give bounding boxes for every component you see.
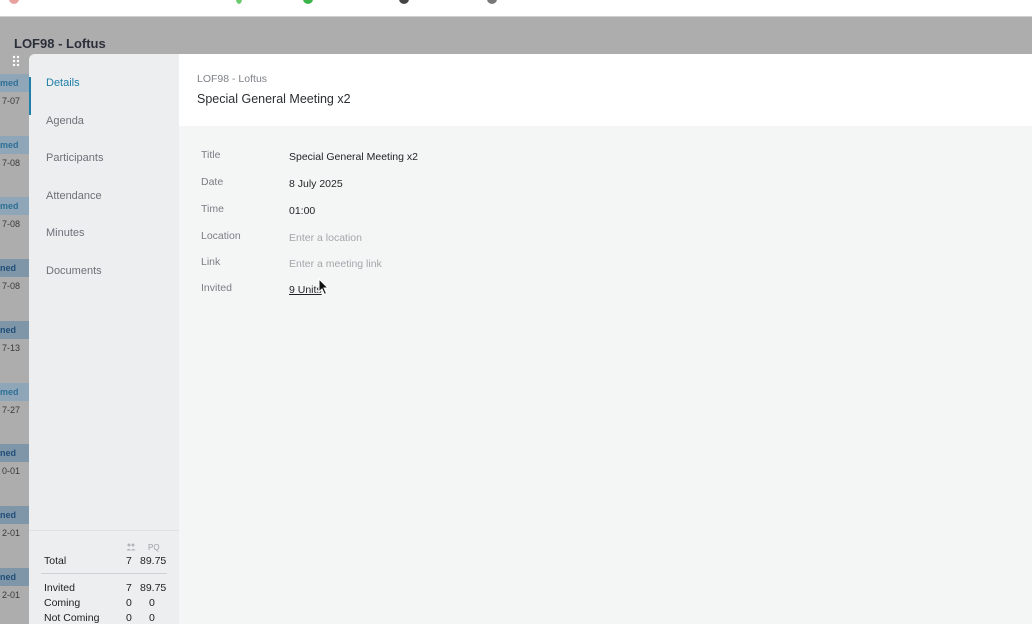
summary-row-total: Total 7 89.75 — [29, 553, 179, 568]
background-list-item[interactable]: ned 7-13 — [0, 320, 29, 383]
modal-header: LOF98 - Loftus Special General Meeting x… — [179, 54, 1032, 126]
bookmark-favicon[interactable] — [487, 0, 497, 4]
drag-handle-icon[interactable] — [11, 55, 21, 69]
sidebar-nav: Details Agenda Participants Attendance M… — [29, 65, 179, 290]
bookmark-favicon[interactable] — [303, 0, 313, 4]
sidebar-item-label: Participants — [46, 152, 104, 164]
summary-header: PQ — [29, 539, 179, 553]
sidebar-item-label: Agenda — [46, 114, 84, 127]
summary-count: 0 — [126, 612, 132, 624]
sidebar-item-participants[interactable]: Participants — [29, 140, 179, 178]
summary-count: 0 — [126, 597, 132, 609]
summary-label: Invited — [44, 582, 75, 594]
list-item-date: 7-13 — [1, 342, 20, 353]
status-badge: med — [0, 382, 29, 401]
list-item-date: 7-07 — [1, 96, 20, 106]
summary-row-invited: Invited 7 89.75 — [29, 580, 179, 595]
summary-pq: 89.75 — [140, 582, 167, 594]
summary-row-not-coming: Not Coming 0 0 — [29, 610, 179, 624]
modal-sidebar: Details Agenda Participants Attendance M… — [29, 54, 179, 624]
bookmark-favicon[interactable] — [236, 0, 242, 4]
status-badge: med — [0, 74, 29, 92]
sidebar-item-attendance[interactable]: Attendance — [29, 178, 179, 216]
background-list-item[interactable]: med 7-07 — [0, 74, 29, 136]
bookmark-favicon[interactable] — [9, 0, 19, 4]
list-item-date: 7-08 — [1, 281, 20, 292]
status-badge: med — [0, 135, 29, 154]
time-field[interactable]: 01:00 — [289, 205, 315, 217]
list-item-date: 2-01 — [1, 527, 20, 538]
page-title: Special General Meeting x2 — [197, 92, 351, 106]
summary-pq: 89.75 — [140, 555, 167, 567]
background-list-item[interactable]: med 7-27 — [0, 382, 29, 445]
mouse-cursor-icon — [318, 278, 330, 296]
summary-label: Total — [44, 555, 67, 567]
sidebar-item-minutes[interactable]: Minutes — [29, 215, 179, 253]
breadcrumb: LOF98 - Loftus — [197, 73, 268, 85]
field-label: Location — [201, 230, 241, 242]
field-label: Time — [201, 203, 224, 215]
status-badge: ned — [0, 505, 29, 524]
summary-label: Not Coming — [44, 612, 100, 624]
status-badge: ned — [0, 444, 29, 463]
field-label: Invited — [201, 282, 232, 294]
bookmark-favicon[interactable] — [399, 0, 409, 4]
summary-divider — [41, 573, 167, 574]
background-list-item[interactable]: med 7-08 — [0, 135, 29, 198]
list-item-date: 7-08 — [1, 219, 20, 230]
invited-units-link[interactable]: 9 Units — [289, 284, 322, 296]
list-item-date: 0-01 — [1, 466, 20, 477]
status-badge: ned — [0, 567, 29, 586]
field-date: Date 8 July 2025 — [179, 171, 1032, 197]
sidebar-item-label: Details — [46, 77, 80, 89]
background-list-item[interactable]: med 7-08 — [0, 197, 29, 259]
summary-count: 7 — [126, 582, 132, 594]
status-badge: ned — [0, 320, 29, 339]
background-list-item[interactable]: ned 0-01 — [0, 444, 29, 506]
summary-row-coming: Coming 0 0 — [29, 595, 179, 610]
pq-column-header: PQ — [148, 543, 160, 552]
list-item-date: 2-01 — [1, 589, 20, 600]
field-invited: Invited 9 Units — [179, 277, 1032, 303]
background-meeting-list: med 7-07 med 7-08 med 7-08 ned 7-08 ned 7-13 med 7-… — [0, 54, 29, 624]
background-list-item[interactable]: ned 2-01 — [0, 567, 29, 624]
summary-pq: 0 — [149, 597, 155, 609]
background-list-item[interactable]: ned 7-08 — [0, 259, 29, 321]
sidebar-item-label: Minutes — [46, 227, 85, 239]
meeting-link-input[interactable]: Enter a meeting link — [289, 258, 382, 270]
background-title: LOF98 - Loftus — [14, 36, 106, 51]
summary-label: Coming — [44, 597, 81, 609]
field-location: Location Enter a location — [179, 225, 1032, 251]
location-input[interactable]: Enter a location — [289, 232, 362, 244]
date-field[interactable]: 8 July 2025 — [289, 178, 343, 190]
field-label: Date — [201, 176, 224, 188]
field-label: Link — [201, 256, 221, 268]
summary-count: 7 — [126, 555, 132, 567]
field-time: Time 01:00 — [179, 198, 1032, 224]
field-label: Title — [201, 149, 221, 161]
title-field[interactable]: Special General Meeting x2 — [289, 151, 418, 163]
status-badge: med — [0, 197, 29, 216]
list-item-date: 7-08 — [1, 157, 20, 168]
list-item-date: 7-27 — [1, 404, 20, 415]
attendance-summary: PQ Total 7 89.75 Invited 7 89.75 Coming … — [29, 530, 179, 624]
status-badge: ned — [0, 259, 29, 278]
summary-pq: 0 — [149, 612, 155, 624]
bookmarks-bar — [0, 0, 1032, 17]
sidebar-item-label: Attendance — [46, 189, 102, 202]
sidebar-item-documents[interactable]: Documents — [29, 253, 179, 291]
meeting-modal: Details Agenda Participants Attendance M… — [29, 54, 1032, 624]
sidebar-item-agenda[interactable]: Agenda — [29, 103, 179, 141]
people-icon — [126, 543, 136, 551]
background-list-item[interactable]: ned 2-01 — [0, 505, 29, 568]
field-title: Title Special General Meeting x2 — [179, 144, 1032, 170]
sidebar-item-label: Documents — [46, 264, 102, 277]
sidebar-item-details[interactable]: Details — [29, 65, 179, 115]
field-link: Link Enter a meeting link — [179, 251, 1032, 277]
